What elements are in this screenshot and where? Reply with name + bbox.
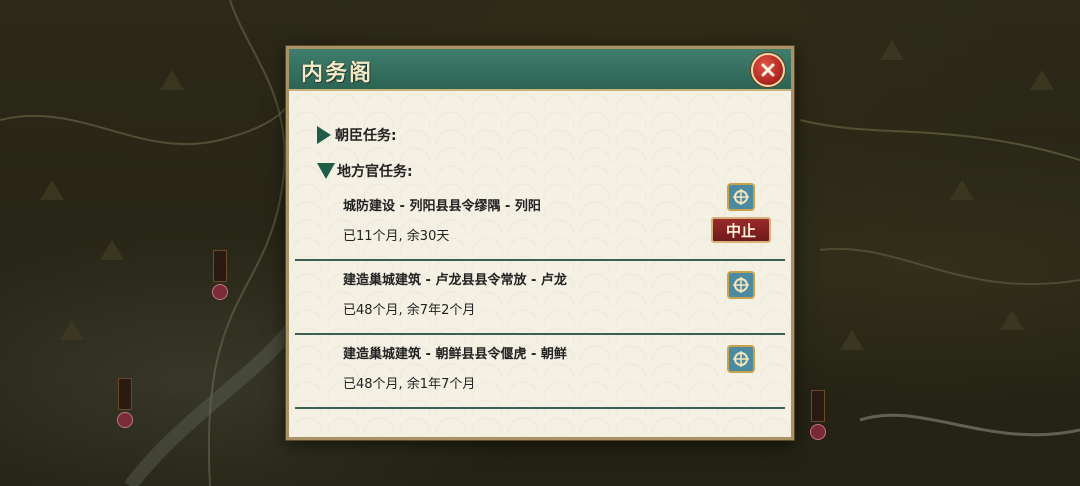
section-label: 地方官任务: <box>337 164 413 180</box>
task-detail-icon[interactable] <box>727 271 755 299</box>
city-seal-icon <box>117 412 133 428</box>
target-icon <box>733 277 749 293</box>
city-marker[interactable] <box>117 378 133 428</box>
task-detail-icon[interactable] <box>727 345 755 373</box>
section-label: 朝臣任务: <box>335 128 397 144</box>
expanded-arrow-icon <box>317 163 335 179</box>
task-progress: 已11个月, 余30天 <box>343 229 450 244</box>
task-detail-icon[interactable] <box>727 183 755 211</box>
task-title: 建造巢城建筑 - 卢龙县县令常放 - 卢龙 <box>343 273 567 288</box>
close-button[interactable] <box>751 53 785 87</box>
task-title: 建造巢城建筑 - 朝鲜县县令偃虎 - 朝鲜 <box>343 347 567 362</box>
target-icon <box>733 189 749 205</box>
task-progress: 已48个月, 余7年2个月 <box>343 303 476 318</box>
section-local-officials[interactable]: 地方官任务: <box>317 161 413 181</box>
city-banner <box>811 390 825 422</box>
task-row: 建造巢城建筑 - 卢龙县县令常放 - 卢龙 已48个月, 余7年2个月 <box>295 259 785 335</box>
city-seal-icon <box>212 284 228 300</box>
dialog-body: 朝臣任务: 地方官任务: 城防建设 - 列阳县县令缪隅 - 列阳 已11个月, … <box>289 91 791 437</box>
city-banner <box>118 378 132 410</box>
city-seal-icon <box>810 424 826 440</box>
dialog-title: 内务阁 <box>301 61 374 86</box>
target-icon <box>733 351 749 367</box>
stop-button[interactable]: 中止 <box>711 217 771 243</box>
city-marker[interactable] <box>212 250 228 300</box>
task-title: 城防建设 - 列阳县县令缪隅 - 列阳 <box>343 199 541 214</box>
task-progress: 已48个月, 余1年7个月 <box>343 377 476 392</box>
dialog-header: 内务阁 <box>289 49 791 91</box>
city-banner <box>213 250 227 282</box>
city-marker[interactable] <box>810 390 826 440</box>
collapsed-arrow-icon <box>317 126 331 144</box>
section-court-officials[interactable]: 朝臣任务: <box>317 125 397 145</box>
close-icon <box>761 63 775 77</box>
task-row: 城防建设 - 列阳县县令缪隅 - 列阳 已11个月, 余30天 中止 <box>295 183 785 261</box>
task-row: 建造巢城建筑 - 朝鲜县县令偃虎 - 朝鲜 已48个月, 余1年7个月 <box>295 333 785 409</box>
internal-affairs-dialog: 内务阁 朝臣任务: 地方官任务: 城防建设 - 列阳县县令缪隅 - 列阳 已11… <box>286 46 794 440</box>
